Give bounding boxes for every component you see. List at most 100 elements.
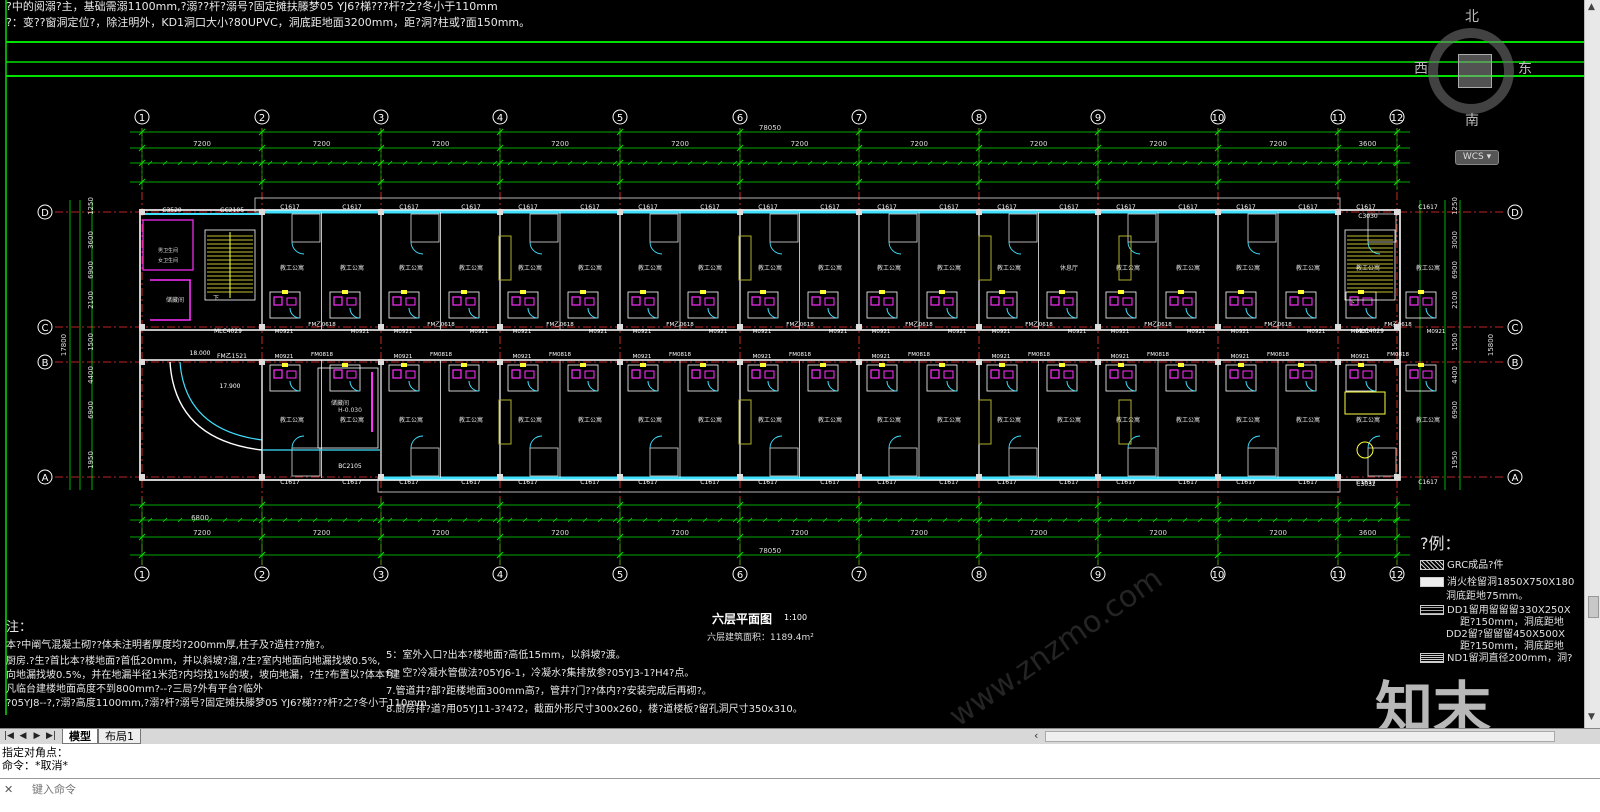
column-12C xyxy=(1394,324,1400,330)
legend-swatch-dots xyxy=(1420,605,1444,615)
scroll-left-arrow[interactable]: ‹ xyxy=(1034,729,1038,742)
compass-north[interactable]: 北 xyxy=(1465,6,1479,26)
window-code-north: C1617 xyxy=(700,204,720,211)
last-tab-icon[interactable]: ▶| xyxy=(46,730,56,742)
fixture-marker-n7b xyxy=(1059,290,1065,294)
fixture-marker-n5b xyxy=(820,290,826,294)
fixture-marker-n3a xyxy=(520,290,526,294)
legend-swatch-solid xyxy=(1420,577,1444,587)
wcs-label: WCS xyxy=(1462,152,1484,162)
column-1C xyxy=(139,324,145,330)
dim-left-7: 1950 xyxy=(87,451,95,469)
axis-label-right-C: C xyxy=(1512,323,1519,334)
legend-text-3: 洞底距地75mm。 xyxy=(1446,591,1529,602)
column-2A xyxy=(259,474,265,480)
column-9A xyxy=(1095,474,1101,480)
fixture-marker-n4b xyxy=(700,290,706,294)
column-8D xyxy=(976,209,982,215)
compass-west[interactable]: 西 xyxy=(1414,58,1428,78)
room-label-north: 教工公寓 xyxy=(758,264,782,272)
axis-label-top-6: 6 xyxy=(737,113,743,124)
wcs-menu-button[interactable]: WCS ▾ xyxy=(1455,150,1499,165)
column-4B xyxy=(497,359,503,365)
window-code-south: C1617 xyxy=(280,479,300,486)
door-code-north: M0921 xyxy=(394,329,413,335)
fixture-marker-s1a xyxy=(282,363,288,367)
column-9C xyxy=(1095,324,1101,330)
axis-label-left-B: B xyxy=(42,358,49,369)
column-6A xyxy=(737,474,743,480)
column-3A xyxy=(378,474,384,480)
axis-label-bottom-12: 12 xyxy=(1391,570,1404,581)
window-code-north: C1617 xyxy=(399,204,419,211)
legend-item-1: GRC成品?件 xyxy=(1420,556,1504,571)
fixture-marker-n8b xyxy=(1178,290,1184,294)
vertical-scroll-thumb[interactable] xyxy=(1588,596,1599,618)
axis-label-bottom-2: 2 xyxy=(259,570,265,581)
drawing-canvas[interactable]: 1 1 2 2 3 3 4 4 5 5 6 6 7 7 8 8 9 9 10 10 11 11 12 12 D D C C B B A A 78… xyxy=(0,0,1584,728)
room-label-north: 教工公寓 xyxy=(518,264,542,272)
fixture-marker-s5a xyxy=(760,363,766,367)
column-7D xyxy=(856,209,862,215)
column-7C xyxy=(856,324,862,330)
column-5A xyxy=(617,474,623,480)
view-compass[interactable]: 北 南 西 东 xyxy=(1414,9,1532,129)
plan-scale: 1:100 xyxy=(784,613,808,622)
close-icon[interactable]: ✕ xyxy=(4,783,13,796)
door-code-shaft: FM0818 xyxy=(430,352,452,358)
note-left-1: 本?中阐气混凝土砌??体未注明者厚度均?200mm厚,柱子及?造柱??施?。 xyxy=(6,640,331,651)
window-code-south: C1617 xyxy=(1178,479,1198,486)
note-right-8: 8.厨房排?道?用05YJ11-3?4?2，截面外形尺寸300x260，楼?道楼… xyxy=(386,704,803,715)
tab-model[interactable]: 模型 xyxy=(62,729,98,744)
scroll-down-arrow[interactable]: ▼ xyxy=(1588,712,1595,722)
window-code-north: C1617 xyxy=(280,204,300,211)
fixture-marker-s8b xyxy=(1178,363,1184,367)
fixture-marker-n5a xyxy=(760,290,766,294)
axis-label-left-A: A xyxy=(42,473,49,484)
dim-bay-bottom-9: 7200 xyxy=(1269,529,1287,537)
axis-label-top-9: 9 xyxy=(1095,113,1101,124)
door-code-north: M0921 xyxy=(753,329,772,335)
code-c3030: C3030 xyxy=(1358,213,1378,220)
door-code-shaft: FM0818 xyxy=(311,352,333,358)
dim-bay-bottom-5: 7200 xyxy=(791,529,809,537)
watermark-id: ID: 1136313841 xyxy=(1336,739,1548,772)
axis-label-top-8: 8 xyxy=(976,113,982,124)
column-4C xyxy=(497,324,503,330)
fixture-marker-s10a xyxy=(1358,363,1364,367)
axis-label-bottom-7: 7 xyxy=(856,570,862,581)
dim-right-4: 1500 xyxy=(1451,333,1459,351)
vertical-scrollbar[interactable]: ▲ ▼ xyxy=(1584,0,1600,728)
next-tab-icon[interactable]: ▶ xyxy=(32,730,42,742)
column-3B xyxy=(378,359,384,365)
window-code-north: C1617 xyxy=(1236,204,1256,211)
door-code-south: M0921 xyxy=(275,354,294,360)
axis-label-bottom-4: 4 xyxy=(497,570,503,581)
room-label-north: 教工公寓 xyxy=(280,264,304,272)
dim-right-7: 1950 xyxy=(1451,451,1459,469)
fixture-marker-s3a xyxy=(520,363,526,367)
room-label-south: 教工公寓 xyxy=(1057,416,1081,424)
fixture-marker-s4b xyxy=(700,363,706,367)
fixture-marker-n9b xyxy=(1298,290,1304,294)
column-5C xyxy=(617,324,623,330)
window-code-north: C1617 xyxy=(1178,204,1198,211)
compass-east[interactable]: 东 xyxy=(1518,58,1532,78)
door-code-south: M0921 xyxy=(513,354,532,360)
command-input[interactable] xyxy=(30,781,734,797)
column-12A xyxy=(1394,474,1400,480)
compass-south[interactable]: 南 xyxy=(1465,110,1479,130)
window-code-north: C1617 xyxy=(518,204,538,211)
door-code-shaft: FM乙0618 xyxy=(1264,321,1292,328)
tab-layout1[interactable]: 布局1 xyxy=(98,729,141,744)
prev-tab-icon[interactable]: ◀ xyxy=(18,730,28,742)
door-code-shaft: FM0818 xyxy=(1028,352,1050,358)
scroll-up-arrow[interactable]: ▲ xyxy=(1588,2,1595,12)
window-code-south: C1617 xyxy=(399,479,419,486)
door-code-shaft: FM0818 xyxy=(908,352,930,358)
compass-cube[interactable] xyxy=(1458,54,1492,88)
first-tab-icon[interactable]: |◀ xyxy=(4,730,14,742)
room-label-south: 教工公寓 xyxy=(280,416,304,424)
axis-label-right-B: B xyxy=(1512,358,1519,369)
note-left-5: ?05YJ8--?,?溺?高度1100mm,?溺?杆?溺号?固定摊扶滕梦05 Y… xyxy=(6,698,427,709)
